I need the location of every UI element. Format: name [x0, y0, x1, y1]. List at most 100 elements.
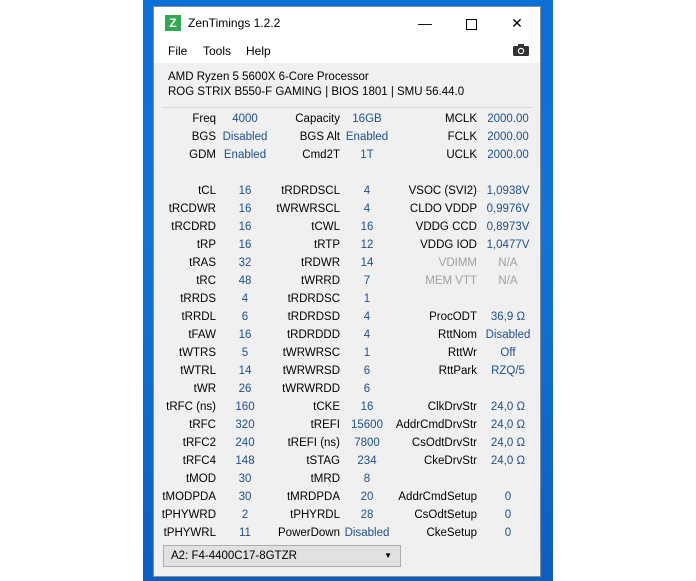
- timing-value: 16: [360, 221, 374, 233]
- timing-label: BGS Alt: [299, 131, 340, 143]
- timing-row: tRFC (ns) 160 tCKE 16 ClkDrvStr 24,0 Ω: [154, 401, 540, 419]
- timing-value: 28: [360, 509, 374, 521]
- maximize-button[interactable]: [448, 7, 494, 39]
- timing-label: tRDRDDD: [286, 329, 340, 341]
- screenshot-camera-icon[interactable]: [512, 43, 530, 57]
- timing-label: tWRWRDD: [282, 383, 340, 395]
- memory-module-select[interactable]: A2: F4-4400C17-8GTZR ▼: [163, 545, 401, 567]
- timing-value: 320: [235, 419, 255, 431]
- timing-row: GDM Enabled Cmd2T 1T UCLK 2000.00: [154, 149, 540, 167]
- timing-value: 12: [360, 239, 374, 251]
- timing-value: 16GB: [352, 113, 382, 125]
- timing-value: 16: [238, 185, 252, 197]
- timing-label: AddrCmdDrvStr: [395, 419, 477, 431]
- timing-value: 4000: [232, 113, 258, 125]
- timing-value: Disabled: [344, 527, 390, 539]
- timing-row: tRP 16 tRTP 12 VDDG IOD 1,0477V: [154, 239, 540, 257]
- timing-row: tCL 16 tRDRDSCL 4 VSOC (SVI2) 1,0938V: [154, 185, 540, 203]
- timing-value: 4: [363, 329, 371, 341]
- timing-value: 8: [363, 473, 371, 485]
- timing-value: 26: [238, 383, 252, 395]
- timing-value: 0,8973V: [486, 221, 530, 233]
- timing-label: tREFI: [310, 419, 340, 431]
- timing-label: tSTAG: [306, 455, 340, 467]
- timing-row: tFAW 16 tRDRDDD 4 RttNom Disabled: [154, 329, 540, 347]
- timing-label: CkeSetup: [426, 527, 477, 539]
- timing-row: tMOD 30 tMRD 8: [154, 473, 540, 491]
- timing-row: BGS Disabled BGS Alt Enabled FCLK 2000.00: [154, 131, 540, 149]
- timing-label: tPHYWRL: [163, 527, 216, 539]
- timing-label: VDIMM: [438, 257, 477, 269]
- timing-row: tRCDWR 16 tWRWRSCL 4 CLDO VDDP 0,9976V: [154, 203, 540, 221]
- timing-value: 0: [504, 491, 512, 503]
- timing-value: 1,0938V: [486, 185, 530, 197]
- timing-label: tMODPDA: [162, 491, 216, 503]
- timing-value: 7: [363, 275, 371, 287]
- timing-label: ProcODT: [429, 311, 477, 323]
- timing-label: tRFC (ns): [166, 401, 216, 413]
- timing-value: 0,9976V: [486, 203, 530, 215]
- timing-value: Off: [500, 347, 516, 359]
- menu-help[interactable]: Help: [246, 44, 271, 58]
- timing-value: 160: [235, 401, 255, 413]
- timing-value: 4: [363, 203, 371, 215]
- timing-row: tWR 26 tWRWRDD 6: [154, 383, 540, 401]
- timing-row: tRFC 320 tREFI 15600 AddrCmdDrvStr 24,0 Ω: [154, 419, 540, 437]
- timing-value: 0: [504, 527, 512, 539]
- timing-value: N/A: [498, 275, 518, 287]
- timing-row: tWTRL 14 tWRWRSD 6 RttPark RZQ/5: [154, 365, 540, 383]
- timing-value: N/A: [498, 257, 518, 269]
- maximize-icon: [465, 18, 477, 30]
- timing-label: tCL: [198, 185, 216, 197]
- close-icon: ✕: [511, 15, 523, 31]
- timing-value: 32: [238, 257, 252, 269]
- timing-row: tPHYWRD 2 tPHYRDL 28 CsOdtSetup 0: [154, 509, 540, 527]
- timing-value: 148: [235, 455, 255, 467]
- timing-value: 48: [238, 275, 252, 287]
- timing-row: tRRDL 6 tRDRDSD 4 ProcODT 36,9 Ω: [154, 311, 540, 329]
- timing-label: tREFI (ns): [287, 437, 340, 449]
- timing-row: tRFC2 240 tREFI (ns) 7800 CsOdtDrvStr 24,0 Ω: [154, 437, 540, 455]
- timing-row: tRFC4 148 tSTAG 234 CkeDrvStr 24,0 Ω: [154, 455, 540, 473]
- memory-module-selected: A2: F4-4400C17-8GTZR: [171, 550, 297, 562]
- menu-tools[interactable]: Tools: [203, 44, 231, 58]
- timing-value: 16: [238, 221, 252, 233]
- timing-value: 0: [504, 509, 512, 521]
- timing-value: 15600: [351, 419, 383, 431]
- timing-label: tRTP: [314, 239, 340, 251]
- timing-label: PowerDown: [278, 527, 340, 539]
- timing-value: 1,0477V: [486, 239, 530, 251]
- timing-label: tRP: [196, 239, 216, 251]
- timing-value: 20: [360, 491, 374, 503]
- timing-label: tWRRD: [301, 275, 340, 287]
- menu-file[interactable]: File: [168, 44, 187, 58]
- minimize-button[interactable]: —: [402, 7, 448, 39]
- separator: [162, 107, 532, 108]
- title-bar[interactable]: Z ZenTimings 1.2.2 — ✕: [154, 7, 540, 39]
- timing-row: tWTRS 5 tWRWRSC 1 RttWr Off: [154, 347, 540, 365]
- board-info: ROG STRIX B550-F GAMING | BIOS 1801 | SM…: [168, 86, 465, 98]
- timing-label: BGS: [191, 131, 216, 143]
- timing-value: Disabled: [485, 329, 531, 341]
- timing-label: CsOdtSetup: [414, 509, 477, 521]
- timing-label: tCWL: [311, 221, 340, 233]
- timing-label: tRDRDSC: [287, 293, 340, 305]
- timing-row: [154, 167, 540, 185]
- timing-value: 2000.00: [487, 149, 529, 161]
- timing-label: UCLK: [446, 149, 477, 161]
- timing-row: tMODPDA 30 tMRDPDA 20 AddrCmdSetup 0: [154, 491, 540, 509]
- timing-value: 1T: [360, 149, 374, 161]
- chevron-down-icon: ▼: [384, 551, 392, 560]
- menu-bar: File Tools Help: [154, 39, 540, 63]
- timing-label: RttWr: [447, 347, 477, 359]
- timing-value: 16: [238, 203, 252, 215]
- timing-label: Capacity: [295, 113, 340, 125]
- timing-value: 16: [238, 329, 252, 341]
- timing-value: 24,0 Ω: [490, 455, 526, 467]
- timing-value: 6: [241, 311, 249, 323]
- timing-value: 16: [360, 401, 374, 413]
- timing-value: 2: [241, 509, 249, 521]
- timing-value: 14: [238, 365, 252, 377]
- close-button[interactable]: ✕: [494, 7, 540, 39]
- timing-value: 4: [363, 185, 371, 197]
